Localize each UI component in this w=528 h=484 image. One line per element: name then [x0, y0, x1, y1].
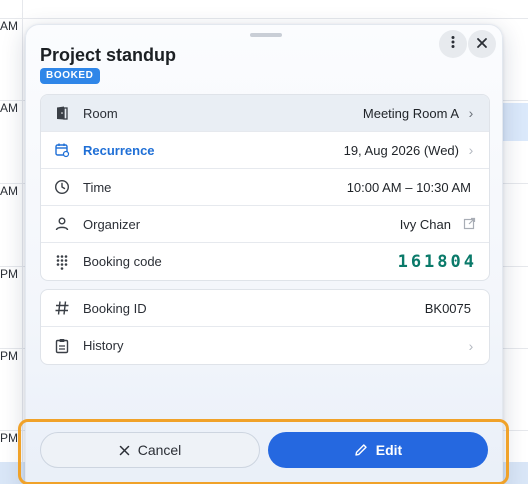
status-badge: BOOKED — [40, 68, 100, 84]
close-icon — [119, 445, 130, 456]
hash-icon — [53, 299, 71, 317]
time-label: AM — [0, 19, 18, 33]
recurrence-row[interactable]: Recurrence 19, Aug 2026 (Wed) › — [41, 132, 489, 169]
booking-id-value: BK0075 — [424, 300, 471, 316]
edit-label: Edit — [375, 442, 403, 458]
room-label: Room — [83, 105, 118, 121]
time-row: Time 10:00 AM – 10:30 AM — [41, 169, 489, 206]
cancel-label: Cancel — [137, 442, 182, 458]
recurrence-value: 19, Aug 2026 (Wed) — [343, 142, 459, 158]
pencil-icon — [354, 443, 368, 457]
booking-title: Project standup — [40, 45, 177, 65]
booking-popover: Project standup BOOKED Room Meeting Room… — [25, 24, 503, 484]
booking-code-row: Booking code 161804 — [41, 243, 489, 280]
external-link-icon[interactable] — [463, 217, 477, 231]
time-value: 10:00 AM – 10:30 AM — [346, 179, 471, 195]
room-row[interactable]: Room Meeting Room A › — [41, 95, 489, 132]
clock-icon — [53, 178, 71, 196]
booking-id-label: Booking ID — [83, 300, 147, 316]
time-label: PM — [0, 349, 18, 363]
booking-code-label: Booking code — [83, 254, 162, 269]
cancel-button[interactable]: Cancel — [40, 432, 260, 468]
edit-button[interactable]: Edit — [268, 432, 488, 468]
organizer-label: Organizer — [83, 216, 141, 232]
time-label: PM — [0, 267, 18, 281]
chevron-right-icon: › — [468, 142, 474, 158]
booking-id-row: Booking ID BK0075 — [41, 290, 489, 327]
chevron-right-icon: › — [468, 105, 474, 121]
meta-group: Booking ID BK0075 History › — [40, 289, 490, 365]
organizer-value: Ivy Chan — [399, 216, 451, 232]
history-label: History — [83, 338, 124, 353]
calendar-divider — [22, 0, 23, 484]
close-button[interactable] — [468, 30, 496, 58]
recurrence-label: Recurrence — [83, 142, 155, 158]
time-label: Time — [83, 179, 112, 195]
time-label: PM — [0, 431, 18, 445]
more-button[interactable] — [439, 30, 467, 58]
organizer-row: Organizer Ivy Chan — [41, 206, 489, 243]
keypad-icon — [53, 253, 71, 271]
more-vertical-icon — [446, 35, 460, 53]
room-value: Meeting Room A — [362, 105, 459, 121]
drag-handle[interactable] — [250, 33, 282, 37]
door-icon — [53, 104, 71, 122]
time-label: AM — [0, 101, 18, 115]
clipboard-icon — [53, 337, 71, 355]
calendar-gridline — [0, 18, 528, 19]
details-group: Room Meeting Room A › Recurrence 19, Aug… — [40, 94, 490, 281]
time-label: AM — [0, 184, 18, 198]
booking-code-value: 161804 — [397, 251, 477, 272]
chevron-right-icon: › — [468, 337, 474, 354]
calendar-repeat-icon — [53, 141, 71, 159]
history-row[interactable]: History › — [41, 327, 489, 364]
person-icon — [53, 215, 71, 233]
close-icon — [476, 36, 488, 53]
